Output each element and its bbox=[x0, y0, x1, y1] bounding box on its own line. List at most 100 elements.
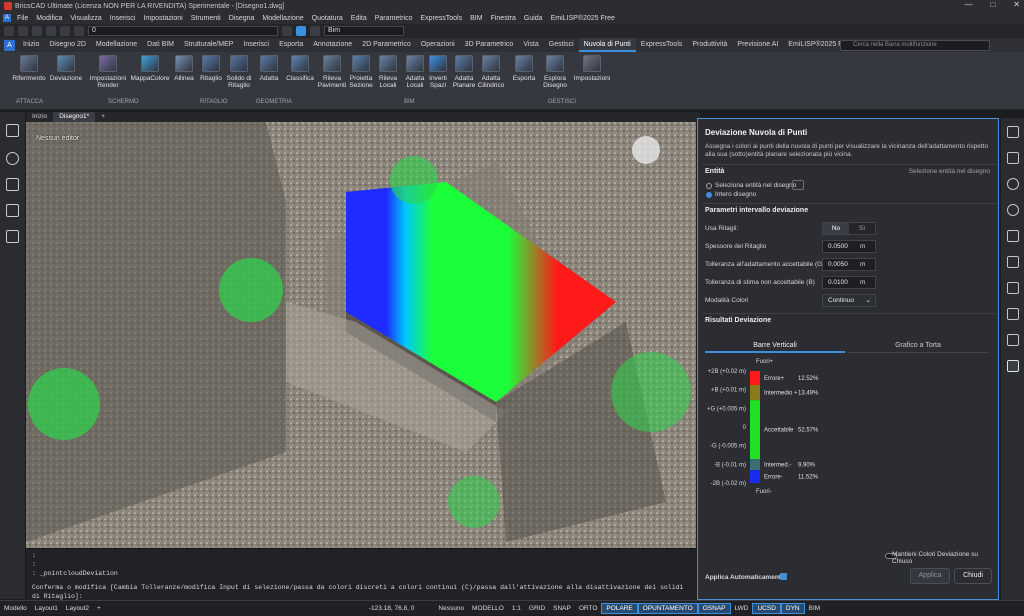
menu-expresstools[interactable]: ExpressTools bbox=[416, 15, 466, 22]
radio-whole-drawing[interactable] bbox=[706, 192, 712, 198]
menu-strumenti[interactable]: Strumenti bbox=[187, 15, 225, 22]
status-scale[interactable]: 1:1 bbox=[508, 601, 525, 616]
menu-edita[interactable]: Edita bbox=[347, 15, 371, 22]
ribbon-tab-0[interactable]: Inizio bbox=[18, 38, 44, 52]
ribbon-search-input[interactable]: Cerca nella Barra multifunzione bbox=[840, 40, 990, 51]
color-icon[interactable] bbox=[296, 26, 306, 36]
open-icon[interactable] bbox=[18, 26, 28, 36]
ribbon-tool-8[interactable]: Classifica bbox=[286, 55, 314, 82]
ribbon-tool-16[interactable]: Esporta bbox=[512, 55, 536, 82]
add-layout-icon[interactable]: + bbox=[93, 601, 105, 616]
status-dyn[interactable]: DYN bbox=[780, 602, 805, 614]
status-opuntamento[interactable]: OPUNTAMENTO bbox=[637, 602, 698, 614]
thickness-input[interactable]: 0.0500 bbox=[822, 240, 876, 253]
ribbon-tool-0[interactable]: Riferimento bbox=[12, 55, 46, 82]
status-snap[interactable]: SNAP bbox=[549, 601, 575, 616]
doc-tab-inizio[interactable]: Inizio bbox=[26, 112, 53, 122]
color-mode-select[interactable]: Continuo ⌄ bbox=[822, 294, 876, 307]
menu-visualizza[interactable]: Visualizza bbox=[66, 15, 105, 22]
menu-emilisp[interactable]: EmiLISP®2025 Free bbox=[547, 15, 619, 22]
ribbon-tool-7[interactable]: Adatta bbox=[258, 55, 280, 82]
ribbon-tab-11[interactable]: Vista bbox=[518, 38, 543, 52]
menu-quotatura[interactable]: Quotatura bbox=[308, 15, 347, 22]
beam-icon[interactable] bbox=[1007, 282, 1019, 294]
status-orto[interactable]: ORTO bbox=[575, 601, 602, 616]
settings-sliders-icon[interactable] bbox=[1007, 126, 1019, 138]
ribbon-tab-8[interactable]: 2D Parametrico bbox=[357, 38, 416, 52]
status-bim[interactable]: BIM bbox=[805, 601, 825, 616]
pin-icon[interactable] bbox=[1007, 308, 1019, 320]
ribbon-tab-7[interactable]: Annotazione bbox=[308, 38, 357, 52]
redo-icon[interactable] bbox=[74, 26, 84, 36]
ribbon-tool-2[interactable]: Impostazioni Render bbox=[88, 55, 128, 89]
ribbon-tab-13[interactable]: Nuvola di Punti bbox=[578, 38, 636, 52]
ribbon-tool-11[interactable]: Rileva Locali bbox=[376, 55, 400, 89]
ribbon-tool-3[interactable]: MappaColore bbox=[130, 55, 170, 82]
tol-g-input[interactable]: 0.0050 bbox=[822, 258, 876, 271]
ribbon-tool-10[interactable]: Proietta Sezione bbox=[348, 55, 374, 89]
home-icon[interactable] bbox=[6, 178, 19, 191]
layer-select[interactable]: 0 bbox=[88, 26, 278, 36]
menu-parametrico[interactable]: Parametrico bbox=[371, 15, 417, 22]
ribbon-tool-6[interactable]: Solido di Ritaglio bbox=[224, 55, 254, 89]
ribbon-tab-12[interactable]: Gestisci bbox=[544, 38, 579, 52]
menu-impostazioni[interactable]: Impostazioni bbox=[139, 15, 186, 22]
new-tab-icon[interactable]: + bbox=[95, 112, 111, 122]
target-icon[interactable] bbox=[1007, 204, 1019, 216]
deviation-icon[interactable] bbox=[1007, 360, 1019, 372]
auto-apply-checkbox[interactable] bbox=[780, 573, 787, 580]
ribbon-tab-5[interactable]: Inserisci bbox=[238, 38, 274, 52]
layers-icon[interactable] bbox=[1007, 152, 1019, 164]
save-icon[interactable] bbox=[32, 26, 42, 36]
menu-modellazione[interactable]: Modellazione bbox=[258, 15, 307, 22]
radio-select-entity[interactable] bbox=[706, 183, 712, 189]
ribbon-tool-4[interactable]: Allinea bbox=[172, 55, 196, 82]
menu-disegna[interactable]: Disegna bbox=[225, 15, 259, 22]
ribbon-tab-3[interactable]: Dati BIM bbox=[142, 38, 179, 52]
ribbon-tab-9[interactable]: Operazioni bbox=[416, 38, 460, 52]
structure-icon[interactable] bbox=[6, 230, 19, 243]
status-nessuno[interactable]: Nessuno bbox=[434, 601, 468, 616]
results-section-header[interactable]: Risultati Deviazione bbox=[705, 317, 992, 324]
ribbon-tool-14[interactable]: Adatta Planare bbox=[452, 55, 476, 89]
ribbon-tool-17[interactable]: Esplora Disegno bbox=[540, 55, 570, 89]
undo-icon[interactable] bbox=[60, 26, 70, 36]
use-clip-toggle[interactable]: No Sì bbox=[822, 222, 876, 235]
ribbon-tool-18[interactable]: Impostazioni bbox=[574, 55, 610, 82]
ribbon-tab-15[interactable]: Produttività bbox=[687, 38, 732, 52]
menu-file[interactable]: File bbox=[13, 15, 32, 22]
close-icon[interactable]: ✕ bbox=[1013, 0, 1020, 9]
ribbon-tab-4[interactable]: Strutturale/MEP bbox=[179, 38, 238, 52]
layer-props-icon[interactable] bbox=[282, 26, 292, 36]
ribbon-tool-13[interactable]: Inverti Spazi bbox=[427, 55, 449, 89]
signpost-icon[interactable] bbox=[1007, 256, 1019, 268]
maximize-icon[interactable]: □ bbox=[990, 0, 995, 9]
linetype-icon[interactable] bbox=[310, 26, 320, 36]
print-icon[interactable] bbox=[46, 26, 56, 36]
app-menu-icon[interactable]: A bbox=[3, 14, 11, 22]
menu-modifica[interactable]: Modifica bbox=[32, 15, 66, 22]
apply-button[interactable]: Applica bbox=[910, 568, 950, 584]
status-osnap[interactable]: OSNAP bbox=[697, 602, 731, 614]
status-grid[interactable]: GRID bbox=[525, 601, 549, 616]
status-polare[interactable]: POLARE bbox=[601, 602, 638, 614]
ribbon-tool-12[interactable]: Adatta Locali bbox=[403, 55, 427, 89]
ribbon-tool-15[interactable]: Adatta Cilindrico bbox=[478, 55, 504, 89]
ribbon-tab-16[interactable]: Previsione AI bbox=[732, 38, 783, 52]
menu-guida[interactable]: Guida bbox=[520, 15, 547, 22]
ribbon-tab-2[interactable]: Modellazione bbox=[91, 38, 142, 52]
status-tab-layout1[interactable]: Layout1 bbox=[31, 601, 62, 616]
ribbon-tab-10[interactable]: 3D Parametrico bbox=[460, 38, 519, 52]
ribbon-tab-14[interactable]: ExpressTools bbox=[636, 38, 688, 52]
workspace-select[interactable]: Bim bbox=[324, 26, 404, 36]
minimize-icon[interactable]: — bbox=[964, 0, 972, 9]
params-section-header[interactable]: Parametri intervallo deviazione bbox=[705, 207, 992, 214]
cloud-icon[interactable] bbox=[1007, 334, 1019, 346]
menu-bim[interactable]: BIM bbox=[466, 15, 486, 22]
new-icon[interactable] bbox=[4, 26, 14, 36]
close-button[interactable]: Chiudi bbox=[954, 568, 992, 584]
ribbon-tool-5[interactable]: Ritaglio bbox=[200, 55, 222, 82]
ribbon-tab-1[interactable]: Disegno 2D bbox=[44, 38, 91, 52]
box-icon[interactable] bbox=[6, 204, 19, 217]
app-button-icon[interactable]: A bbox=[4, 39, 15, 51]
